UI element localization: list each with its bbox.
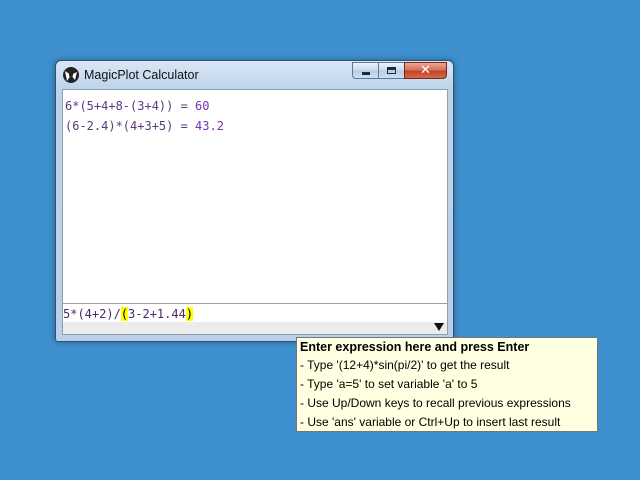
history-line: 6*(5+4+8-(3+4)) = 60 [65,96,445,116]
open-paren-highlight: ( [120,307,129,321]
tooltip-line: - Use Up/Down keys to recall previous ex… [300,396,571,410]
minimize-button[interactable] [352,62,378,79]
tooltip-line: - Type '(12+4)*sin(pi/2)' to get the res… [300,358,510,372]
history-output[interactable]: 6*(5+4+8-(3+4)) = 60 (6-2.4)*(4+3+5) = 4… [63,90,447,302]
calculator-client-area: 6*(5+4+8-(3+4)) = 60 (6-2.4)*(4+3+5) = 4… [62,89,448,335]
expression-input[interactable]: 5*(4+2)/(3-2+1.44) [63,303,447,323]
history-result: 60 [195,99,210,113]
help-tooltip: Enter expression here and press Enter - … [296,337,598,432]
tooltip-title: Enter expression here and press Enter [300,340,530,354]
calculator-window: MagicPlot Calculator ✕ 6*(5+4+8-(3+4)) =… [55,60,454,342]
tooltip-line: - Type 'a=5' to set variable 'a' to 5 [300,377,478,391]
close-paren-highlight: ) [185,307,194,321]
history-expression: 6*(5+4+8-(3+4)) = [65,99,196,113]
history-line: (6-2.4)*(4+3+5) = 43.2 [65,116,445,136]
status-bar [63,322,447,334]
input-middle: 3-2+1.44 [128,307,186,321]
magicplot-icon [63,67,79,83]
title-bar[interactable]: MagicPlot Calculator ✕ [56,61,453,89]
triangle-down-icon [434,323,444,331]
close-button[interactable]: ✕ [404,62,447,79]
minimize-icon [361,71,370,75]
maximize-button[interactable] [378,62,404,79]
close-icon: ✕ [420,63,431,78]
history-expression: (6-2.4)*(4+3+5) = [65,119,196,133]
window-title: MagicPlot Calculator [84,68,199,82]
maximize-icon [387,67,396,74]
caption-buttons: ✕ [352,62,447,80]
tooltip-line: - Use 'ans' variable or Ctrl+Up to inser… [300,415,561,429]
input-prefix: 5*(4+2)/ [63,307,121,321]
history-result: 43.2 [195,119,224,133]
